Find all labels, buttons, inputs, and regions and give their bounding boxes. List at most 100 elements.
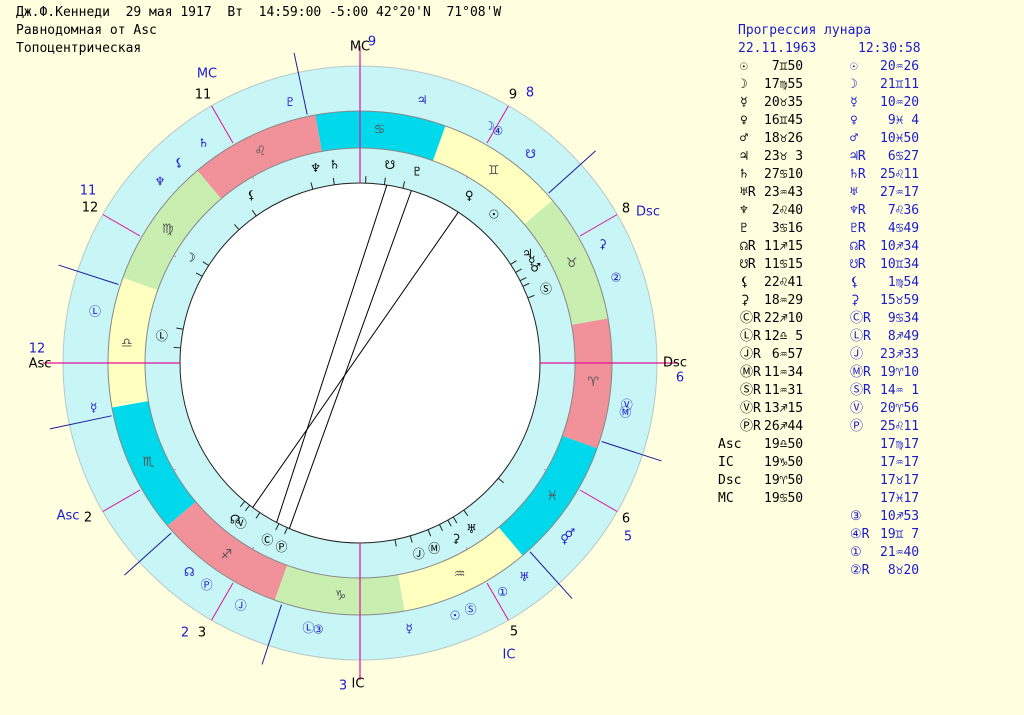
natal-position: 22♌41	[764, 275, 804, 290]
progressed-position: 27♒17	[880, 185, 920, 200]
house-number: 2	[181, 626, 189, 641]
natal-symbol: ☿	[740, 95, 748, 110]
progressed-symbol: ♄R	[850, 167, 866, 182]
natal-symbol: ⓈR	[740, 383, 761, 398]
table-row: Dsc 19♈50 17♉17	[700, 472, 1020, 490]
progressed-symbol: ④R	[850, 527, 870, 542]
progressed-position: 1♍54	[880, 275, 920, 290]
progressed-symbol: ⓁR	[850, 329, 871, 344]
progressed-position: 21♒40	[880, 545, 920, 560]
degree-tick	[173, 346, 181, 349]
progressed-position: 10♊34	[880, 257, 920, 272]
natal-symbol: ⓅR	[740, 419, 761, 434]
progressed-symbol: ①	[850, 545, 862, 560]
natal-position: 23♒43	[764, 185, 804, 200]
table-row: MC 19♋50 17♓17	[700, 490, 1020, 508]
natal-symbol: ♃	[740, 149, 748, 164]
natal-planet-glyph: Ⓛ	[156, 329, 168, 343]
natal-position: 18♉26	[764, 131, 804, 146]
inner-house-cusp	[466, 177, 468, 179]
natal-angle: 19♋50	[764, 491, 804, 506]
sign-glyph: ♑	[335, 589, 347, 604]
natal-position: 7♊50	[764, 59, 804, 74]
natal-planet-glyph: ♅	[466, 522, 477, 536]
progressed-symbol: ♂	[850, 131, 858, 146]
progressed-position: 19♊ 7	[880, 527, 920, 542]
table-row: Asc 19♎50 17♍17	[700, 436, 1020, 454]
table-row: ⓁR 12♎ 5 ⓁR 8♐49	[700, 328, 1020, 346]
inner-house-cusp	[544, 469, 546, 471]
table-row: ♅R 23♒43 ♅ 27♒17	[700, 184, 1020, 202]
natal-position: 22♐10	[764, 311, 804, 326]
progressed-symbol: ⓂR	[850, 365, 871, 380]
table-row: ⓂR 11♒34 ⓂR 19♈10	[700, 364, 1020, 382]
progressed-planet-glyph: ☊	[184, 565, 195, 579]
inner-house-cusp	[174, 469, 176, 471]
inner-house-cusp	[544, 255, 546, 257]
progressed-position: 9♋34	[880, 311, 920, 326]
progressed-symbol: ⒸR	[850, 311, 871, 326]
progressed-symbol: ⚳	[850, 293, 860, 308]
table-row: ☽ 17♍55 ☽ 21♊11	[700, 76, 1020, 94]
table-row: ♀ 16♊45 ♀ 9♓ 4	[700, 112, 1020, 130]
natal-planet-glyph: ☋	[385, 158, 396, 172]
progressed-symbol: ⚸	[850, 275, 860, 290]
progressed-mc-label: MC	[197, 67, 217, 82]
table-row: ☋R 11♋15 ☋R 10♊34	[700, 256, 1020, 274]
house-number: 11	[195, 88, 212, 103]
asc-house-number: 12	[29, 342, 46, 357]
natal-symbol: ♀	[740, 113, 748, 128]
progressed-planet-glyph: ☿	[406, 621, 413, 635]
natal-position: 13♐15	[764, 401, 804, 416]
progressed-planet-glyph: ⚳	[598, 237, 607, 251]
table-row: ⓋR 13♐15 Ⓥ 20♈56	[700, 400, 1020, 418]
progressed-planet-glyph: Ⓙ	[235, 598, 247, 612]
progressed-position: 25♌11	[880, 167, 920, 182]
progressed-position: 8♐49	[880, 329, 920, 344]
natal-angle: 19♎50	[764, 437, 804, 452]
natal-symbol: ♂	[740, 131, 748, 146]
progressed-position: 10♐34	[880, 239, 920, 254]
mc-house-number: 9	[368, 35, 376, 50]
planet-positions-table: ☉ 7♊50 ☉ 20♒26 ☽ 17♍55 ☽ 21♊11 ☿ 20♉35 ☿ 10♒20 ♀ 16♊…	[700, 58, 1020, 580]
inner-house-cusp	[252, 177, 254, 179]
progressed-position: 10♐53	[880, 509, 920, 524]
sign-glyph: ♈	[587, 375, 599, 390]
inner-house-cusp	[252, 547, 254, 549]
progressed-symbol: Ⓟ	[850, 419, 864, 434]
progressed-planet-glyph: ♃	[417, 93, 428, 107]
natal-symbol: ⚳	[740, 293, 750, 308]
natal-position: 2♌40	[764, 203, 804, 218]
progressed-position: 4♋49	[880, 221, 920, 236]
natal-position: 11♋15	[764, 257, 804, 272]
natal-position: 23♉ 3	[764, 149, 804, 164]
progressed-position: 6♋27	[880, 149, 920, 164]
angle-label: Dsc	[718, 473, 742, 488]
sign-glyph: ♓	[546, 489, 558, 504]
progressed-angle: 17♒17	[880, 455, 920, 470]
table-row: ④R 19♊ 7	[700, 526, 1020, 544]
progressed-planet-glyph: Ⓛ	[89, 304, 101, 318]
progressed-symbol: ☉	[850, 59, 858, 74]
natal-symbol: ☋R	[740, 257, 756, 272]
progression-time: 12:30:58	[858, 41, 921, 56]
progressed-symbol: ♆R	[850, 203, 866, 218]
progressed-position: 7♌36	[880, 203, 920, 218]
table-row: IC 19♑50 17♒17	[700, 454, 1020, 472]
progressed-symbol: ♅	[850, 185, 858, 200]
table-row: ♇ 3♋16 ♇R 4♋49	[700, 220, 1020, 238]
sign-glyph: ♉	[566, 256, 578, 271]
angle-label: IC	[718, 455, 734, 470]
ic-house-number: 3	[339, 679, 347, 694]
table-row: ① 21♒40	[700, 544, 1020, 562]
table-row: ⓅR 26♐44 Ⓟ 25♌11	[700, 418, 1020, 436]
progressed-planet-glyph: ♂	[564, 526, 575, 540]
house-number: 5	[624, 530, 632, 545]
progressed-position: 23♐33	[880, 347, 920, 362]
progressed-position: 25♌11	[880, 419, 920, 434]
astro-wheel: ♈♉♊♋♌♍♎♏♐♑♒♓MC9IC3Asc12Dsc6MCICAscDsc111…	[29, 35, 687, 694]
progressed-asc-label: Asc	[57, 509, 80, 524]
progressed-planet-glyph: ♅	[519, 570, 530, 584]
ic-label: IC	[352, 677, 365, 692]
sign-glyph: ♎	[121, 336, 133, 351]
